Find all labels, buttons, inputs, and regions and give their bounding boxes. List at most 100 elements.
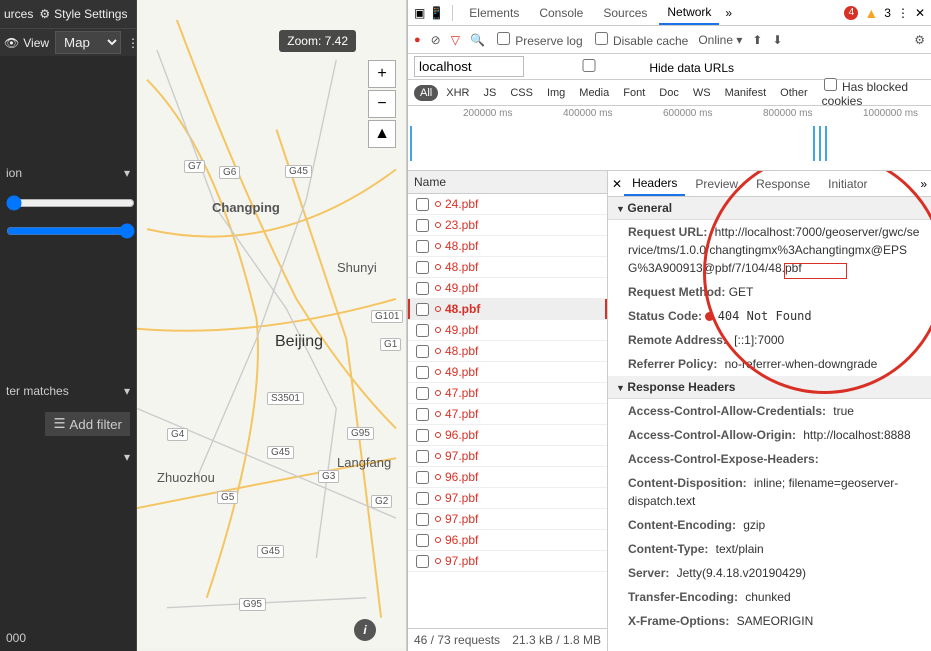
app-top-bar: urces Style Settings	[0, 0, 136, 28]
inspect-icon[interactable]: ▣	[414, 6, 425, 20]
app-left-panel: urces Style Settings 👁 View Map ion▾ 0 2…	[0, 0, 137, 651]
view-select[interactable]: Map	[55, 31, 121, 54]
request-list: Name 24.pbf23.pbf48.pbf48.pbf49.pbf48.pb…	[408, 171, 608, 651]
slider-2[interactable]: 24	[6, 222, 130, 240]
tab-network[interactable]: Network	[659, 1, 719, 25]
request-row[interactable]: 47.pbf	[408, 383, 607, 404]
compass-button[interactable]: ▲	[368, 120, 396, 148]
dtab-headers[interactable]: Headers	[624, 172, 685, 196]
request-row[interactable]: 97.pbf	[408, 509, 607, 530]
request-row[interactable]: 24.pbf	[408, 194, 607, 215]
request-row[interactable]: 49.pbf	[408, 362, 607, 383]
tab-console[interactable]: Console	[531, 2, 591, 24]
clear-button[interactable]: ⊘	[431, 33, 441, 47]
devtools-menu-icon[interactable]	[897, 6, 909, 20]
settings-icon[interactable]	[914, 33, 925, 47]
chip-js[interactable]: JS	[477, 85, 502, 101]
unnamed-dd[interactable]: ▾	[6, 446, 130, 468]
error-dot-icon	[435, 495, 441, 501]
add-filter-button[interactable]: ☰ Add filter	[45, 412, 130, 436]
error-dot-icon	[435, 369, 441, 375]
chip-media[interactable]: Media	[573, 85, 615, 101]
more-tabs-icon[interactable]: »	[725, 6, 732, 20]
tab-sources[interactable]: Sources	[595, 2, 655, 24]
tab-elements[interactable]: Elements	[461, 2, 527, 24]
warning-icon[interactable]: ▲	[864, 5, 878, 21]
map-controls: + − ▲	[368, 60, 396, 148]
request-row[interactable]: 97.pbf	[408, 446, 607, 467]
request-name: 48.pbf	[445, 239, 478, 253]
road-label: G101	[371, 310, 403, 323]
request-row[interactable]: 48.pbf	[408, 236, 607, 257]
request-row[interactable]: 48.pbf	[408, 257, 607, 278]
dtab-response[interactable]: Response	[748, 173, 818, 195]
request-name: 97.pbf	[445, 449, 478, 463]
error-count-badge[interactable]: 4	[844, 6, 858, 20]
chip-xhr[interactable]: XHR	[440, 85, 475, 101]
chip-css[interactable]: CSS	[504, 85, 539, 101]
sources-menu[interactable]: urces	[4, 7, 33, 21]
zoom-in-button[interactable]: +	[368, 60, 396, 88]
close-detail-icon[interactable]: ✕	[612, 177, 622, 191]
slider-1[interactable]: 0	[6, 194, 130, 212]
request-list-header[interactable]: Name	[408, 171, 607, 194]
search-icon[interactable]: 🔍	[470, 33, 485, 47]
error-dot-icon	[435, 243, 441, 249]
request-row[interactable]: 97.pbf	[408, 488, 607, 509]
request-status-bar: 46 / 73 requests 21.3 kB / 1.8 MB	[408, 628, 607, 651]
chip-ws[interactable]: WS	[687, 85, 717, 101]
request-row[interactable]: 97.pbf	[408, 551, 607, 572]
filter-icon[interactable]: ▽	[451, 33, 460, 47]
request-row[interactable]: 96.pbf	[408, 530, 607, 551]
detail-body[interactable]: General Request URL: http://localhost:70…	[608, 197, 931, 651]
chip-font[interactable]: Font	[617, 85, 651, 101]
chip-doc[interactable]: Doc	[653, 85, 685, 101]
info-icon[interactable]: i	[354, 619, 376, 641]
device-icon[interactable]: 📱	[429, 6, 444, 20]
response-headers-section[interactable]: Response Headers	[608, 376, 931, 399]
filter-input[interactable]	[414, 56, 524, 77]
hdr-server: Server: Jetty(9.4.18.v20190429)	[608, 561, 931, 585]
dtab-initiator[interactable]: Initiator	[820, 173, 875, 195]
request-row[interactable]: 48.pbf	[408, 299, 607, 320]
map-viewport[interactable]: Changping Shunyi Beijing Zhuozhou Langfa…	[137, 0, 407, 651]
filter-matches-dd[interactable]: ter matches▾	[6, 380, 130, 402]
preserve-log-checkbox[interactable]: Preserve log	[495, 32, 583, 48]
chip-img[interactable]: Img	[541, 85, 571, 101]
status-code: Status Code: 404 Not Found	[608, 304, 931, 328]
request-scroll[interactable]: 24.pbf23.pbf48.pbf48.pbf49.pbf48.pbf49.p…	[408, 194, 607, 628]
request-row[interactable]: 47.pbf	[408, 404, 607, 425]
error-dot-icon	[435, 537, 441, 543]
chip-all[interactable]: All	[414, 85, 438, 101]
blocked-cookies-checkbox[interactable]: Has blocked cookies	[822, 78, 925, 108]
label-shunyi: Shunyi	[337, 260, 377, 275]
section-ion[interactable]: ion▾	[6, 162, 130, 184]
record-button[interactable]: ●	[414, 34, 421, 46]
request-row[interactable]: 96.pbf	[408, 425, 607, 446]
upload-icon[interactable]: ⬆	[752, 33, 762, 47]
request-name: 49.pbf	[445, 281, 478, 295]
zoom-out-button[interactable]: −	[368, 90, 396, 118]
request-row[interactable]: 49.pbf	[408, 278, 607, 299]
hide-urls-checkbox[interactable]: Hide data URLs	[532, 59, 734, 75]
request-row[interactable]: 96.pbf	[408, 467, 607, 488]
chevron-down-icon: ▾	[124, 384, 130, 398]
disable-cache-checkbox[interactable]: Disable cache	[593, 32, 689, 48]
style-settings-menu[interactable]: Style Settings	[39, 7, 127, 21]
more-detail-tabs-icon[interactable]: »	[920, 177, 927, 191]
road-label: G45	[267, 446, 294, 459]
general-section[interactable]: General	[608, 197, 931, 220]
chip-manifest[interactable]: Manifest	[719, 85, 773, 101]
chevron-down-icon: ▾	[124, 450, 130, 464]
dtab-preview[interactable]: Preview	[687, 173, 746, 195]
road-label: G4	[167, 428, 188, 441]
download-icon[interactable]: ⬇	[772, 33, 782, 47]
request-name: 96.pbf	[445, 470, 478, 484]
chip-other[interactable]: Other	[774, 85, 814, 101]
request-row[interactable]: 23.pbf	[408, 215, 607, 236]
request-row[interactable]: 49.pbf	[408, 320, 607, 341]
close-icon[interactable]: ✕	[915, 6, 925, 20]
request-row[interactable]: 48.pbf	[408, 341, 607, 362]
throttle-select[interactable]: Online ▾	[698, 33, 742, 47]
timeline-overview[interactable]: 200000 ms 400000 ms 600000 ms 800000 ms …	[408, 106, 931, 171]
